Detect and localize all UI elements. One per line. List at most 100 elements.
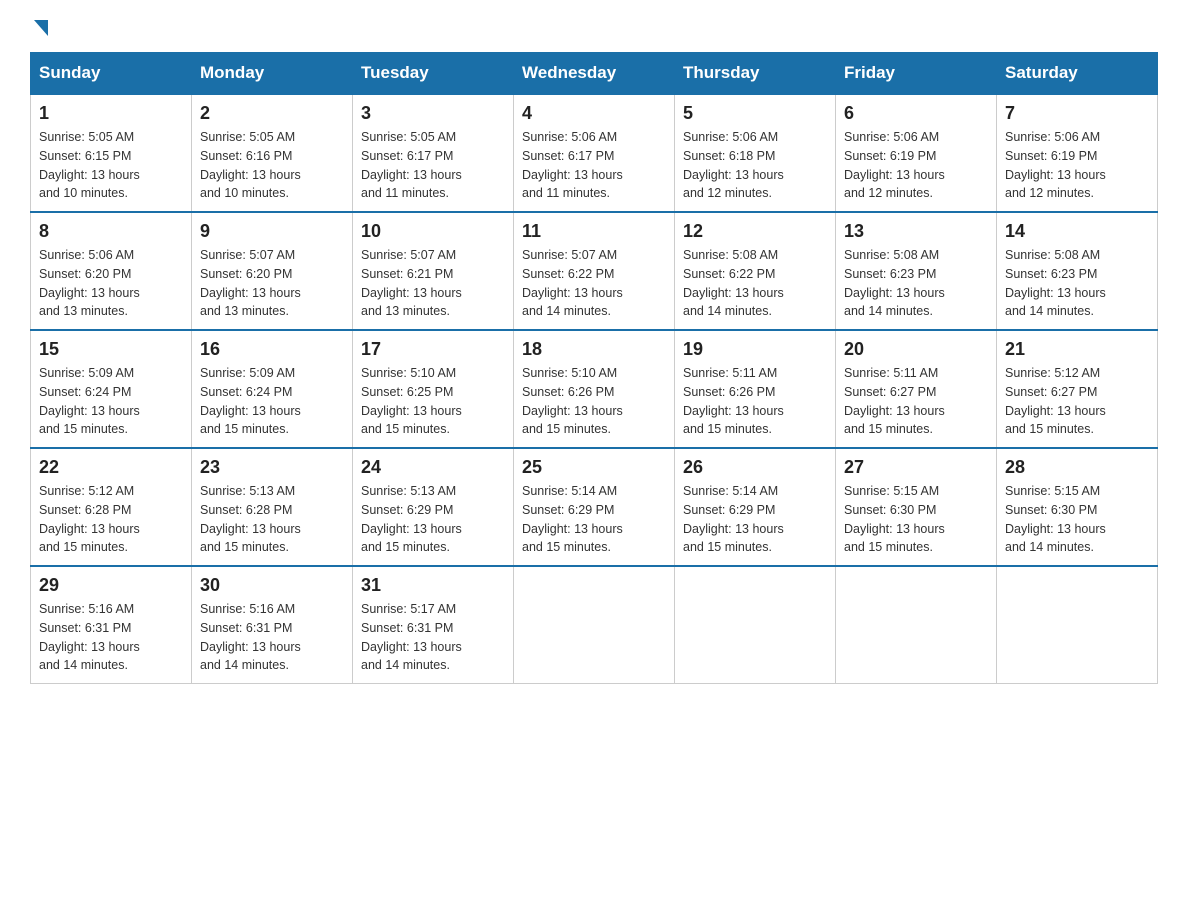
day-number: 31 xyxy=(361,575,505,596)
day-info: Sunrise: 5:12 AM Sunset: 6:27 PM Dayligh… xyxy=(1005,364,1149,439)
day-number: 20 xyxy=(844,339,988,360)
day-info: Sunrise: 5:15 AM Sunset: 6:30 PM Dayligh… xyxy=(844,482,988,557)
calendar-header-monday: Monday xyxy=(192,53,353,95)
day-number: 8 xyxy=(39,221,183,242)
calendar-cell: 23 Sunrise: 5:13 AM Sunset: 6:28 PM Dayl… xyxy=(192,448,353,566)
calendar-cell: 2 Sunrise: 5:05 AM Sunset: 6:16 PM Dayli… xyxy=(192,94,353,212)
day-info: Sunrise: 5:13 AM Sunset: 6:28 PM Dayligh… xyxy=(200,482,344,557)
calendar-cell: 8 Sunrise: 5:06 AM Sunset: 6:20 PM Dayli… xyxy=(31,212,192,330)
day-info: Sunrise: 5:12 AM Sunset: 6:28 PM Dayligh… xyxy=(39,482,183,557)
day-info: Sunrise: 5:07 AM Sunset: 6:20 PM Dayligh… xyxy=(200,246,344,321)
day-info: Sunrise: 5:07 AM Sunset: 6:22 PM Dayligh… xyxy=(522,246,666,321)
day-info: Sunrise: 5:13 AM Sunset: 6:29 PM Dayligh… xyxy=(361,482,505,557)
calendar-cell: 11 Sunrise: 5:07 AM Sunset: 6:22 PM Dayl… xyxy=(514,212,675,330)
calendar-cell xyxy=(836,566,997,684)
day-number: 6 xyxy=(844,103,988,124)
logo xyxy=(30,20,48,32)
calendar-cell: 4 Sunrise: 5:06 AM Sunset: 6:17 PM Dayli… xyxy=(514,94,675,212)
calendar-cell: 15 Sunrise: 5:09 AM Sunset: 6:24 PM Dayl… xyxy=(31,330,192,448)
day-number: 11 xyxy=(522,221,666,242)
day-number: 1 xyxy=(39,103,183,124)
calendar-cell: 30 Sunrise: 5:16 AM Sunset: 6:31 PM Dayl… xyxy=(192,566,353,684)
page-header xyxy=(30,20,1158,32)
calendar-cell: 1 Sunrise: 5:05 AM Sunset: 6:15 PM Dayli… xyxy=(31,94,192,212)
calendar-cell: 22 Sunrise: 5:12 AM Sunset: 6:28 PM Dayl… xyxy=(31,448,192,566)
calendar-cell xyxy=(997,566,1158,684)
day-number: 26 xyxy=(683,457,827,478)
day-info: Sunrise: 5:16 AM Sunset: 6:31 PM Dayligh… xyxy=(39,600,183,675)
day-info: Sunrise: 5:10 AM Sunset: 6:25 PM Dayligh… xyxy=(361,364,505,439)
calendar-header-thursday: Thursday xyxy=(675,53,836,95)
calendar-week-row-2: 8 Sunrise: 5:06 AM Sunset: 6:20 PM Dayli… xyxy=(31,212,1158,330)
calendar-cell: 27 Sunrise: 5:15 AM Sunset: 6:30 PM Dayl… xyxy=(836,448,997,566)
day-number: 7 xyxy=(1005,103,1149,124)
day-number: 12 xyxy=(683,221,827,242)
day-number: 16 xyxy=(200,339,344,360)
calendar-cell: 17 Sunrise: 5:10 AM Sunset: 6:25 PM Dayl… xyxy=(353,330,514,448)
day-info: Sunrise: 5:08 AM Sunset: 6:22 PM Dayligh… xyxy=(683,246,827,321)
day-number: 5 xyxy=(683,103,827,124)
calendar-cell: 5 Sunrise: 5:06 AM Sunset: 6:18 PM Dayli… xyxy=(675,94,836,212)
day-number: 21 xyxy=(1005,339,1149,360)
calendar-header-sunday: Sunday xyxy=(31,53,192,95)
day-info: Sunrise: 5:14 AM Sunset: 6:29 PM Dayligh… xyxy=(683,482,827,557)
day-number: 28 xyxy=(1005,457,1149,478)
calendar-cell: 19 Sunrise: 5:11 AM Sunset: 6:26 PM Dayl… xyxy=(675,330,836,448)
calendar-cell: 18 Sunrise: 5:10 AM Sunset: 6:26 PM Dayl… xyxy=(514,330,675,448)
day-number: 14 xyxy=(1005,221,1149,242)
day-info: Sunrise: 5:05 AM Sunset: 6:16 PM Dayligh… xyxy=(200,128,344,203)
calendar-cell xyxy=(675,566,836,684)
calendar-cell: 10 Sunrise: 5:07 AM Sunset: 6:21 PM Dayl… xyxy=(353,212,514,330)
calendar-week-row-4: 22 Sunrise: 5:12 AM Sunset: 6:28 PM Dayl… xyxy=(31,448,1158,566)
calendar-week-row-1: 1 Sunrise: 5:05 AM Sunset: 6:15 PM Dayli… xyxy=(31,94,1158,212)
calendar-cell: 24 Sunrise: 5:13 AM Sunset: 6:29 PM Dayl… xyxy=(353,448,514,566)
day-number: 17 xyxy=(361,339,505,360)
day-info: Sunrise: 5:16 AM Sunset: 6:31 PM Dayligh… xyxy=(200,600,344,675)
calendar-cell: 26 Sunrise: 5:14 AM Sunset: 6:29 PM Dayl… xyxy=(675,448,836,566)
day-number: 19 xyxy=(683,339,827,360)
day-info: Sunrise: 5:05 AM Sunset: 6:15 PM Dayligh… xyxy=(39,128,183,203)
day-info: Sunrise: 5:08 AM Sunset: 6:23 PM Dayligh… xyxy=(844,246,988,321)
calendar-cell: 25 Sunrise: 5:14 AM Sunset: 6:29 PM Dayl… xyxy=(514,448,675,566)
day-number: 13 xyxy=(844,221,988,242)
calendar-cell: 13 Sunrise: 5:08 AM Sunset: 6:23 PM Dayl… xyxy=(836,212,997,330)
day-info: Sunrise: 5:06 AM Sunset: 6:20 PM Dayligh… xyxy=(39,246,183,321)
day-number: 24 xyxy=(361,457,505,478)
day-info: Sunrise: 5:06 AM Sunset: 6:17 PM Dayligh… xyxy=(522,128,666,203)
calendar-cell: 14 Sunrise: 5:08 AM Sunset: 6:23 PM Dayl… xyxy=(997,212,1158,330)
day-number: 29 xyxy=(39,575,183,596)
day-info: Sunrise: 5:15 AM Sunset: 6:30 PM Dayligh… xyxy=(1005,482,1149,557)
day-number: 2 xyxy=(200,103,344,124)
day-info: Sunrise: 5:07 AM Sunset: 6:21 PM Dayligh… xyxy=(361,246,505,321)
day-info: Sunrise: 5:10 AM Sunset: 6:26 PM Dayligh… xyxy=(522,364,666,439)
calendar-cell: 21 Sunrise: 5:12 AM Sunset: 6:27 PM Dayl… xyxy=(997,330,1158,448)
calendar-header-wednesday: Wednesday xyxy=(514,53,675,95)
day-number: 30 xyxy=(200,575,344,596)
day-info: Sunrise: 5:11 AM Sunset: 6:27 PM Dayligh… xyxy=(844,364,988,439)
calendar-cell: 6 Sunrise: 5:06 AM Sunset: 6:19 PM Dayli… xyxy=(836,94,997,212)
day-info: Sunrise: 5:06 AM Sunset: 6:18 PM Dayligh… xyxy=(683,128,827,203)
day-info: Sunrise: 5:14 AM Sunset: 6:29 PM Dayligh… xyxy=(522,482,666,557)
day-number: 3 xyxy=(361,103,505,124)
calendar-header-friday: Friday xyxy=(836,53,997,95)
calendar-cell: 31 Sunrise: 5:17 AM Sunset: 6:31 PM Dayl… xyxy=(353,566,514,684)
day-number: 25 xyxy=(522,457,666,478)
day-number: 10 xyxy=(361,221,505,242)
day-number: 23 xyxy=(200,457,344,478)
calendar-week-row-5: 29 Sunrise: 5:16 AM Sunset: 6:31 PM Dayl… xyxy=(31,566,1158,684)
day-number: 4 xyxy=(522,103,666,124)
calendar-cell: 28 Sunrise: 5:15 AM Sunset: 6:30 PM Dayl… xyxy=(997,448,1158,566)
day-info: Sunrise: 5:06 AM Sunset: 6:19 PM Dayligh… xyxy=(1005,128,1149,203)
day-number: 27 xyxy=(844,457,988,478)
calendar-cell: 16 Sunrise: 5:09 AM Sunset: 6:24 PM Dayl… xyxy=(192,330,353,448)
day-info: Sunrise: 5:17 AM Sunset: 6:31 PM Dayligh… xyxy=(361,600,505,675)
day-info: Sunrise: 5:09 AM Sunset: 6:24 PM Dayligh… xyxy=(200,364,344,439)
calendar-cell: 7 Sunrise: 5:06 AM Sunset: 6:19 PM Dayli… xyxy=(997,94,1158,212)
calendar-cell: 12 Sunrise: 5:08 AM Sunset: 6:22 PM Dayl… xyxy=(675,212,836,330)
calendar-header-saturday: Saturday xyxy=(997,53,1158,95)
day-info: Sunrise: 5:06 AM Sunset: 6:19 PM Dayligh… xyxy=(844,128,988,203)
calendar-header-tuesday: Tuesday xyxy=(353,53,514,95)
calendar-cell: 20 Sunrise: 5:11 AM Sunset: 6:27 PM Dayl… xyxy=(836,330,997,448)
day-info: Sunrise: 5:11 AM Sunset: 6:26 PM Dayligh… xyxy=(683,364,827,439)
calendar-cell: 29 Sunrise: 5:16 AM Sunset: 6:31 PM Dayl… xyxy=(31,566,192,684)
